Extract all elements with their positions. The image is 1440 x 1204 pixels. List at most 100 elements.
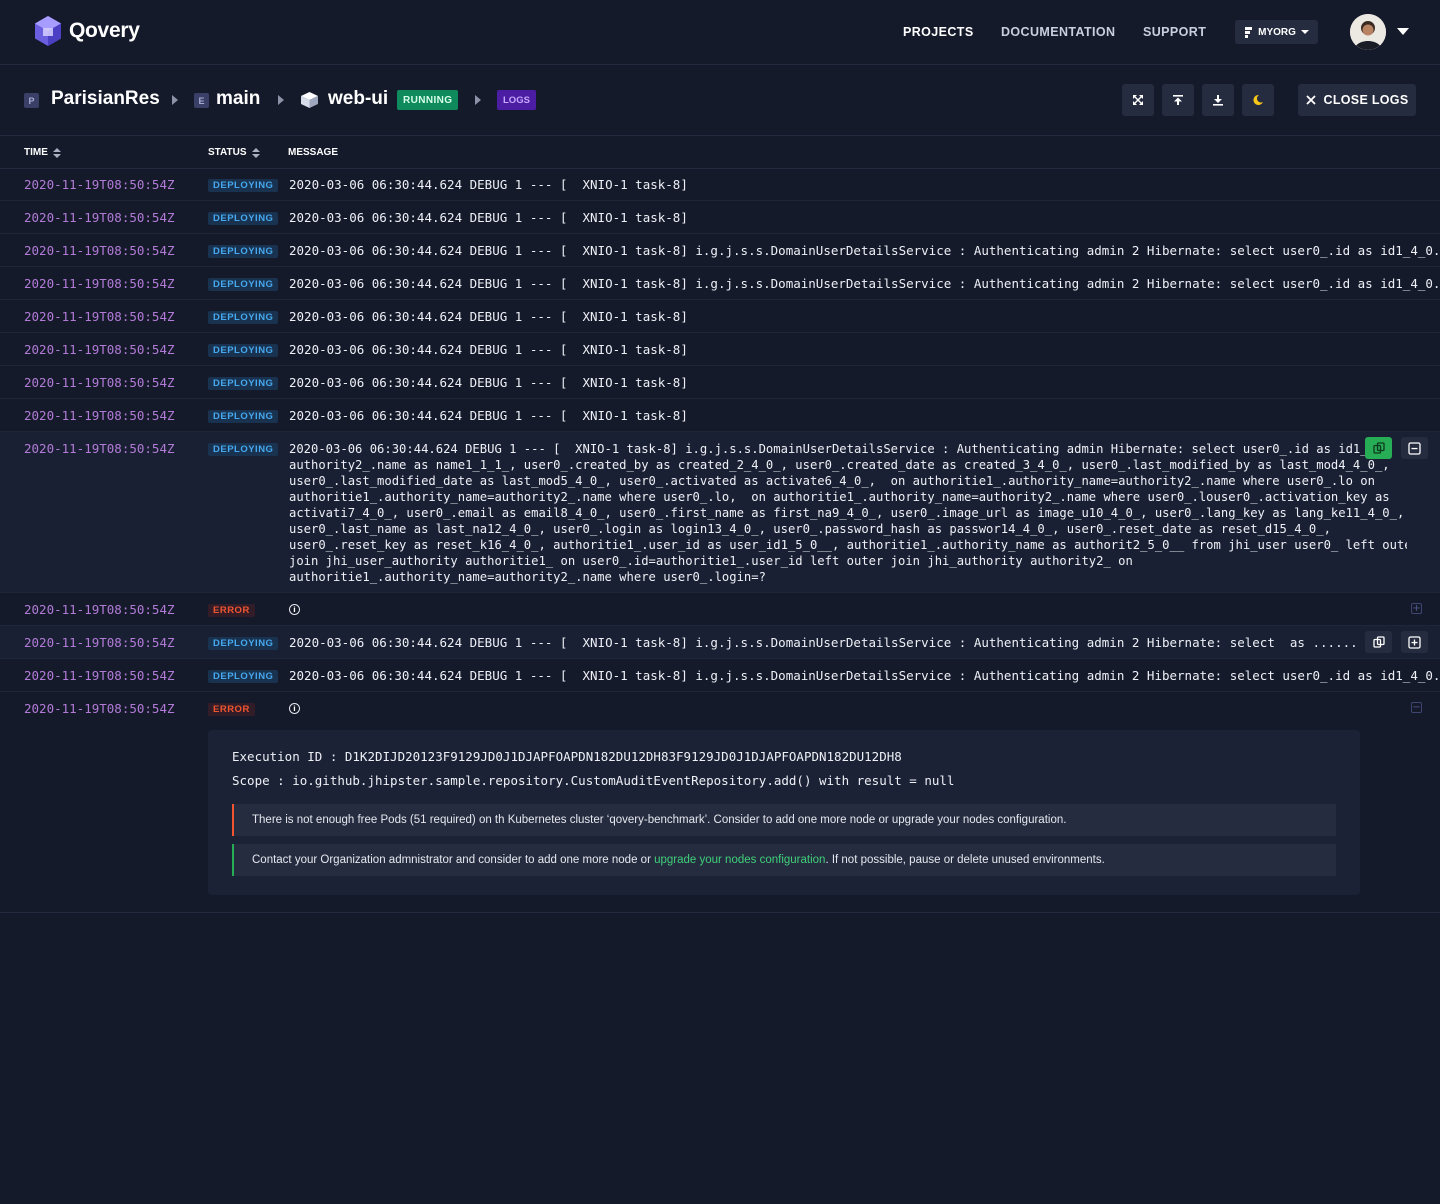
nav-documentation-link[interactable]: DOCUMENTATION <box>1001 25 1115 39</box>
status-badge: DEPLOYING <box>208 670 279 683</box>
table-row[interactable]: 2020-11-19T08:50:54Z DEPLOYING 2020-03-0… <box>0 626 1440 659</box>
org-selector[interactable]: MYORG <box>1235 20 1318 44</box>
nav-support-link[interactable]: SUPPORT <box>1143 25 1206 39</box>
table-row[interactable]: 2020-11-19T08:50:54Z DEPLOYING 2020-03-0… <box>0 399 1440 432</box>
top-navbar: Qovery PROJECTS DOCUMENTATION SUPPORT MY… <box>0 0 1440 65</box>
table-row[interactable]: 2020-11-19T08:50:54Z DEPLOYING 2020-03-0… <box>0 201 1440 234</box>
expand-row-button[interactable] <box>1401 631 1428 653</box>
environment-badge: E <box>194 93 209 108</box>
application-cube-icon <box>301 92 318 108</box>
table-row[interactable]: 2020-11-19T08:50:54Z DEPLOYING 2020-03-0… <box>0 234 1440 267</box>
logs-tag: LOGS <box>497 90 536 110</box>
log-time: 2020-11-19T08:50:54Z <box>24 309 175 324</box>
expand-icon <box>1408 635 1421 649</box>
breadcrumb-environment[interactable]: main <box>216 88 260 110</box>
error-hint: Contact your Organization admnistrator a… <box>232 844 1336 876</box>
collapse-row-button[interactable] <box>1401 437 1428 459</box>
sort-icon <box>251 147 260 158</box>
info-icon[interactable]: i <box>289 604 300 615</box>
org-name: MYORG <box>1258 26 1296 38</box>
table-row[interactable]: 2020-11-19T08:50:54Z ERROR i + <box>0 593 1440 626</box>
status-badge: DEPLOYING <box>208 245 279 258</box>
status-badge: DEPLOYING <box>208 179 279 192</box>
nav-projects-link[interactable]: PROJECTS <box>903 25 974 39</box>
upgrade-nodes-link[interactable]: upgrade your nodes configuration <box>654 854 825 866</box>
breadcrumb: P ParisianRes E main web-ui RUNNING LOGS <box>0 65 1440 136</box>
scroll-top-icon <box>1173 95 1183 105</box>
user-avatar-icon <box>1350 14 1386 50</box>
execution-id: Execution ID : D1K2DIJD20123F9129JD0J1DJ… <box>232 749 902 764</box>
log-table-header: TIME STATUS MESSAGE <box>0 136 1440 169</box>
table-row[interactable]: 2020-11-19T08:50:54Z DEPLOYING 2020-03-0… <box>0 300 1440 333</box>
column-status-label: STATUS <box>208 147 247 158</box>
log-time: 2020-11-19T08:50:54Z <box>24 668 175 683</box>
status-badge: DEPLOYING <box>208 311 279 324</box>
hint-text-before: Contact your Organization admnistrator a… <box>252 854 655 866</box>
log-message: 2020-03-06 06:30:44.624 DEBUG 1 --- [ XN… <box>289 177 688 192</box>
status-badge: DEPLOYING <box>208 212 279 225</box>
download-button[interactable] <box>1202 84 1234 116</box>
account-menu-caret-icon[interactable] <box>1397 28 1409 35</box>
theme-toggle-button[interactable] <box>1242 84 1274 116</box>
hint-text-after: . If not possible, pause or delete unuse… <box>825 854 1105 866</box>
status-badge: DEPLOYING <box>208 637 279 650</box>
log-time: 2020-11-19T08:50:54Z <box>24 408 175 423</box>
avatar[interactable] <box>1350 14 1386 50</box>
error-detail-panel: Execution ID : D1K2DIJD20123F9129JD0J1DJ… <box>208 730 1360 895</box>
error-warning: There is not enough free Pods (51 requir… <box>232 804 1336 836</box>
qovery-logo[interactable]: Qovery <box>33 15 140 47</box>
status-badge: DEPLOYING <box>208 443 279 456</box>
info-icon[interactable]: i <box>289 703 300 714</box>
collapse-row-button[interactable]: − <box>1411 702 1422 713</box>
log-time: 2020-11-19T08:50:54Z <box>24 210 175 225</box>
expand-icon <box>1133 95 1143 105</box>
copy-button[interactable] <box>1365 437 1392 459</box>
breadcrumb-arrow-icon <box>278 95 284 105</box>
error-warning-text: There is not enough free Pods (51 requir… <box>252 814 1067 826</box>
log-time: 2020-11-19T08:50:54Z <box>24 243 175 258</box>
table-row[interactable]: 2020-11-19T08:50:54Z DEPLOYING 2020-03-0… <box>0 333 1440 366</box>
column-status[interactable]: STATUS <box>208 147 260 158</box>
log-time: 2020-11-19T08:50:54Z <box>24 602 175 617</box>
error-hint-text: Contact your Organization admnistrator a… <box>252 854 1105 866</box>
close-icon <box>1305 95 1316 105</box>
status-badge: ERROR <box>208 703 255 716</box>
log-message: 2020-03-06 06:30:44.624 DEBUG 1 --- [ XN… <box>289 243 1440 258</box>
table-row[interactable]: 2020-11-19T08:50:54Z DEPLOYING 2020-03-0… <box>0 366 1440 399</box>
copy-button[interactable] <box>1365 631 1392 653</box>
fullscreen-button[interactable] <box>1122 84 1154 116</box>
download-icon <box>1213 95 1223 106</box>
collapse-icon <box>1408 441 1421 455</box>
status-badge: ERROR <box>208 604 255 617</box>
log-time: 2020-11-19T08:50:54Z <box>24 342 175 357</box>
breadcrumb-arrow-icon <box>475 95 481 105</box>
column-time-label: TIME <box>24 147 48 158</box>
column-time[interactable]: TIME <box>24 147 61 158</box>
collapse-icon: − <box>1412 701 1421 713</box>
divider <box>0 912 1440 913</box>
table-row[interactable]: 2020-11-19T08:50:54Z DEPLOYING 2020-03-0… <box>0 267 1440 300</box>
scroll-top-button[interactable] <box>1162 84 1194 116</box>
log-message: 2020-03-06 06:30:44.624 DEBUG 1 --- [ XN… <box>289 309 688 324</box>
breadcrumb-project[interactable]: ParisianRes <box>51 88 160 110</box>
close-logs-button[interactable]: CLOSE LOGS <box>1298 84 1416 116</box>
status-badge: DEPLOYING <box>208 278 279 291</box>
chevron-down-icon <box>1300 30 1309 34</box>
column-message-label: MESSAGE <box>288 147 339 158</box>
expand-icon: + <box>1412 602 1421 614</box>
breadcrumb-application[interactable]: web-ui <box>328 88 388 110</box>
close-logs-label: CLOSE LOGS <box>1323 93 1409 107</box>
table-row[interactable]: 2020-11-19T08:50:54Z DEPLOYING 2020-03-0… <box>0 168 1440 201</box>
project-badge: P <box>24 93 39 108</box>
log-time: 2020-11-19T08:50:54Z <box>24 375 175 390</box>
expand-row-button[interactable]: + <box>1411 603 1422 614</box>
moon-icon <box>1253 94 1263 105</box>
table-row[interactable]: 2020-11-19T08:50:54Z DEPLOYING 2020-03-0… <box>0 659 1440 692</box>
table-row-expanded[interactable]: 2020-11-19T08:50:54Z DEPLOYING 2020-03-0… <box>0 432 1440 593</box>
log-message: 2020-03-06 06:30:44.624 DEBUG 1 --- [ XN… <box>289 408 688 423</box>
log-message: 2020-03-06 06:30:44.624 DEBUG 1 --- [ XN… <box>289 276 1440 291</box>
qovery-logo-icon <box>35 16 61 46</box>
copy-icon <box>1372 442 1385 454</box>
log-time: 2020-11-19T08:50:54Z <box>24 441 175 456</box>
log-message: 2020-03-06 06:30:44.624 DEBUG 1 --- [ XN… <box>289 668 1440 683</box>
